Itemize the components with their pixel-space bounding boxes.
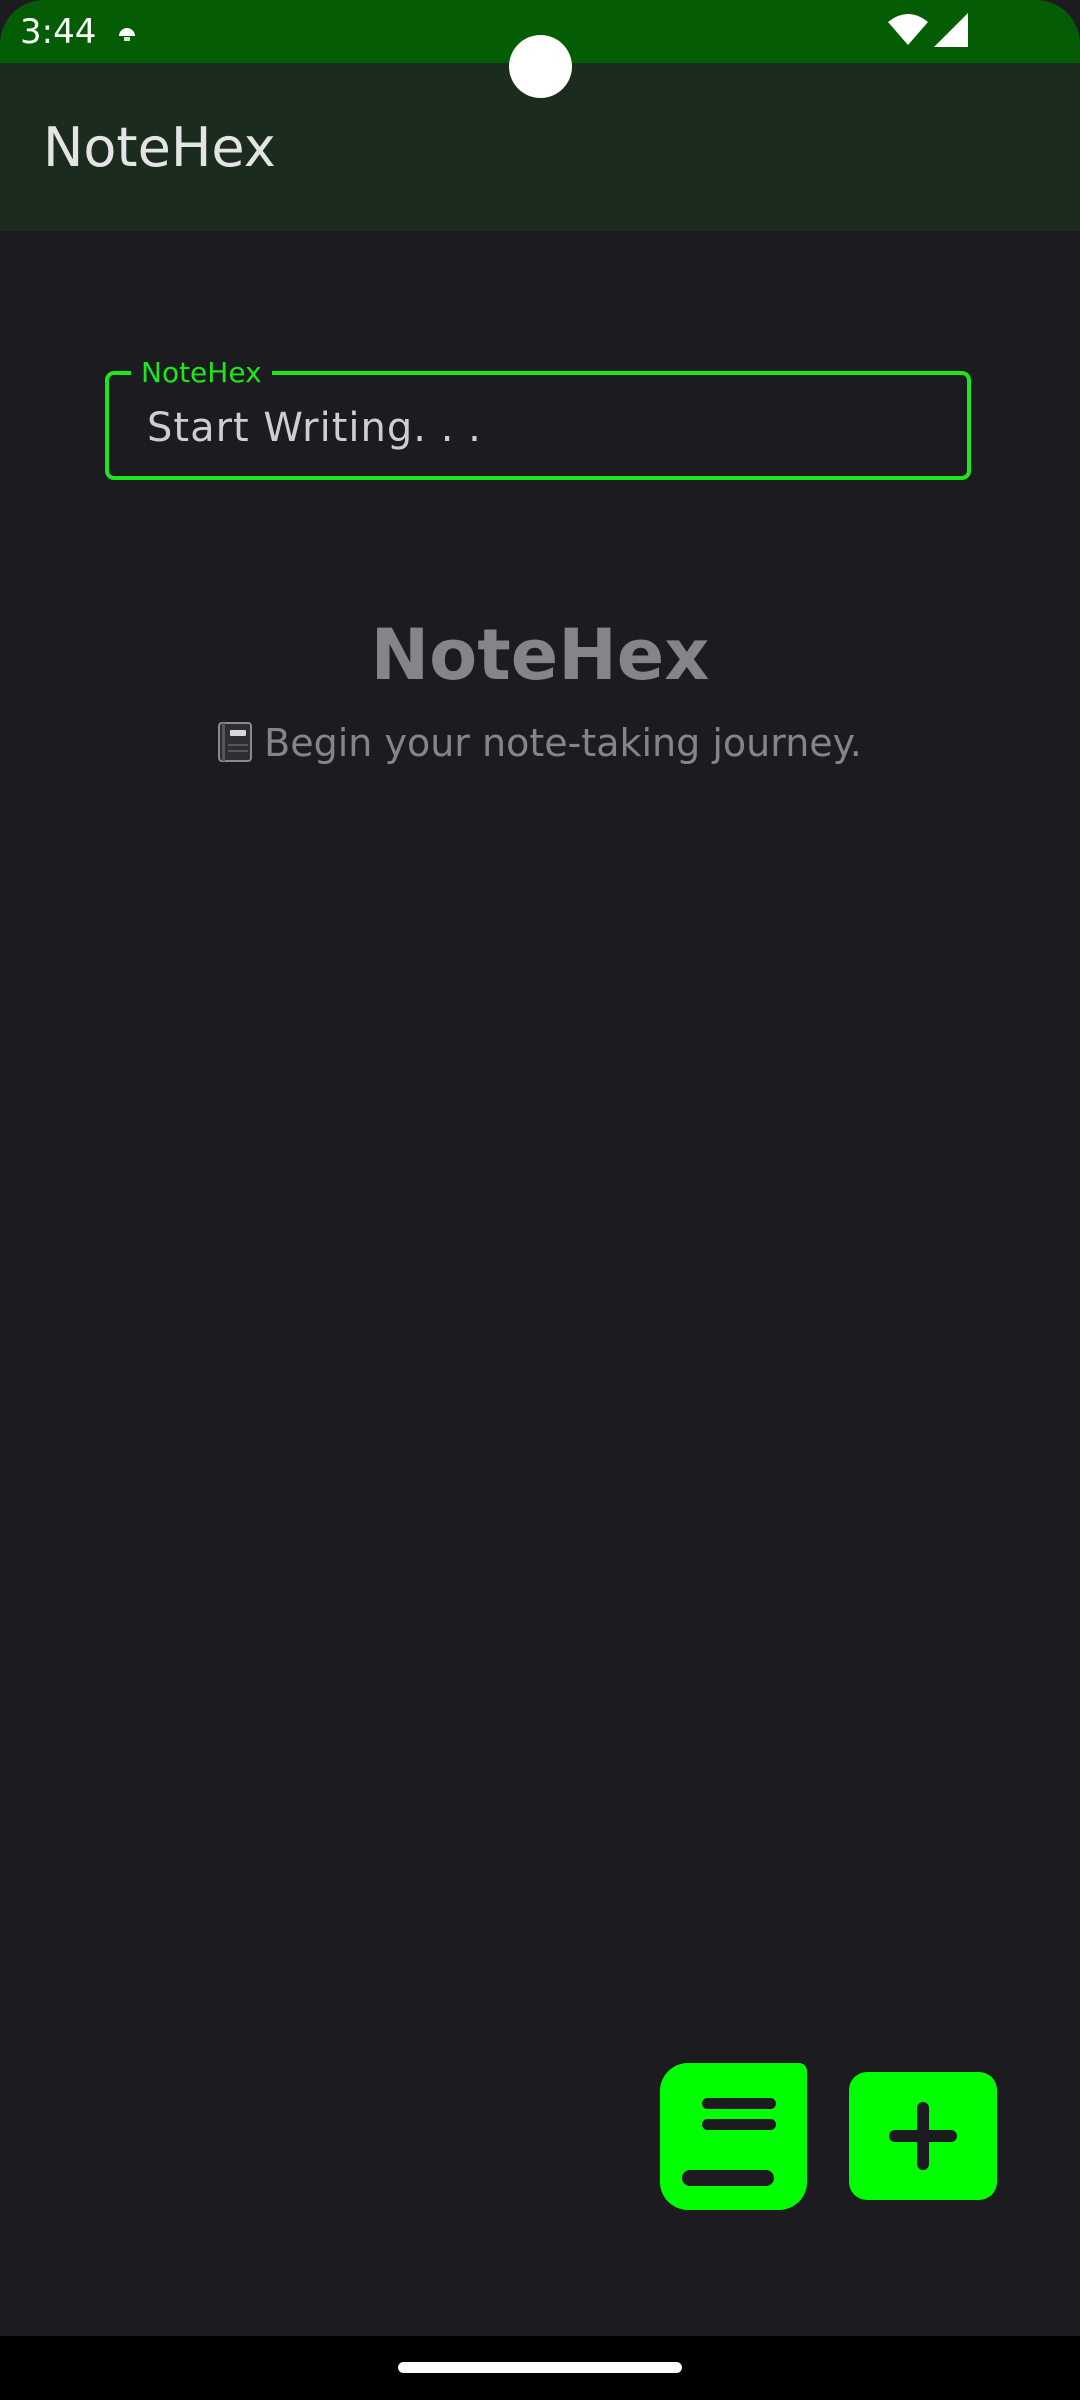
add-note-button[interactable] [849,2072,997,2200]
home-indicator[interactable] [398,2362,682,2373]
app-title: NoteHex [43,116,276,179]
notes-list-button[interactable] [660,2063,807,2210]
status-time: 3:44 [20,12,97,52]
empty-state-subtitle-text: Begin your note-taking journey. [264,721,862,765]
note-field-label: NoteHex [131,355,272,391]
app-screen: 3:44 NoteHex NoteHex Start Writing. . . … [0,0,1080,2400]
empty-state-subtitle: Begin your note-taking journey. [0,716,1080,770]
note-input-field[interactable]: NoteHex Start Writing. . . [105,355,971,480]
cell-signal-icon [934,13,968,47]
camera-cutout [509,35,572,98]
note-input[interactable]: Start Writing. . . [147,403,927,453]
notes-book-icon [682,2098,776,2186]
plus-icon [889,2102,957,2170]
notebook-icon [218,722,253,762]
empty-state-title: NoteHex [370,614,710,696]
wifi-icon [888,14,928,45]
notification-dot-icon [119,28,135,41]
navigation-bar [0,2336,1080,2400]
